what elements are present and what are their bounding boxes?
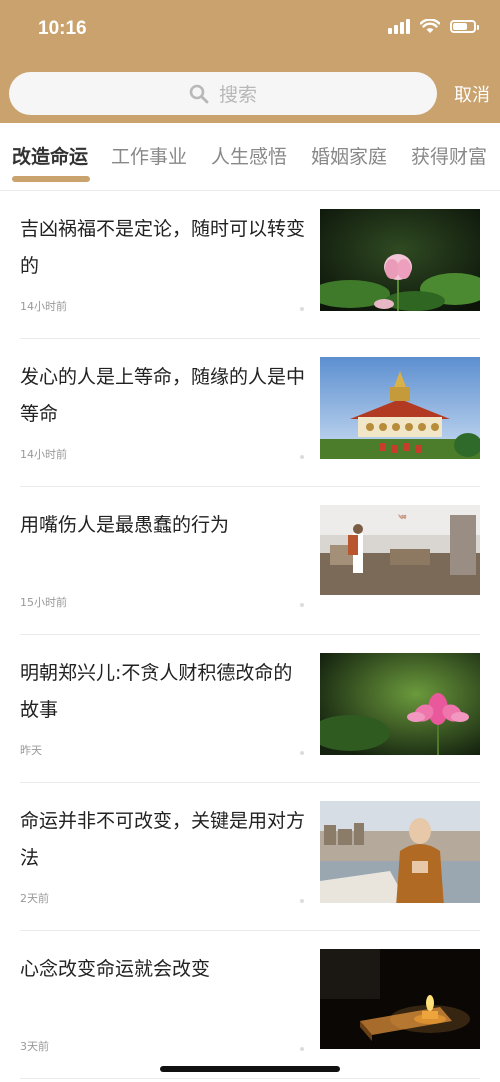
article-title: 吉凶祸福不是定论，随时可以转变的 [20,218,306,277]
close-dot-icon [300,899,304,903]
close-dot-icon [300,1047,304,1051]
search-placeholder: 搜索 [218,84,257,106]
close-dot-icon [300,603,304,607]
header-bar: 10:16 搜索 取消 [0,0,500,123]
list-item[interactable]: 吉凶祸福不是定论，随时可以转变的 14小时前 [20,191,480,339]
list-item[interactable]: 命运并非不可改变，关键是用对方法 2天前 [20,783,480,931]
article-list: 吉凶祸福不是定论，随时可以转变的 14小时前 发心的人是上等命，随缘的人是中等命… [0,191,500,1079]
list-item[interactable]: 用嘴伤人是最愚蠢的行为 15小时前 ༄༅ [20,487,480,635]
close-dot-icon [300,455,304,459]
list-item[interactable]: 发心的人是上等命，随缘的人是中等命 14小时前 [20,339,480,487]
status-time: 10:16 [38,18,87,39]
article-thumbnail: ༄༅ [320,505,480,607]
article-title: 用嘴伤人是最愚蠢的行为 [20,514,230,536]
list-item[interactable]: 心念改变命运就会改变 3天前 [20,931,480,1079]
search-input[interactable]: 搜索 [9,72,437,115]
article-time: 2天前 [20,892,49,905]
article-title: 心念改变命运就会改变 [20,958,211,980]
search-icon [189,84,209,103]
article-thumbnail [320,801,480,903]
article-thumbnail [320,949,480,1051]
cellular-signal-icon [388,18,410,34]
close-dot-icon [300,307,304,311]
tab-marriage-family[interactable]: 婚姻家庭 [311,142,387,169]
list-item[interactable]: 明朝郑兴儿:不贪人财积德改命的故事 昨天 [20,635,480,783]
article-time: 昨天 [20,744,42,757]
article-thumbnail [320,357,480,459]
category-tabs: 改造命运 工作事业 人生感悟 婚姻家庭 获得财富 [0,123,500,191]
article-time: 15小时前 [20,596,67,609]
status-icons [388,18,479,34]
article-time: 14小时前 [20,300,67,313]
active-tab-indicator [12,176,90,182]
article-title: 发心的人是上等命，随缘的人是中等命 [20,366,306,425]
battery-icon [450,19,479,33]
close-dot-icon [300,751,304,755]
tab-work-career[interactable]: 工作事业 [111,142,187,169]
tab-gain-wealth[interactable]: 获得财富 [411,142,487,169]
wifi-icon [420,18,440,33]
article-title: 命运并非不可改变，关键是用对方法 [20,810,306,869]
article-title: 明朝郑兴儿:不贪人财积德改命的故事 [20,662,293,721]
article-time: 3天前 [20,1040,49,1053]
svg-text:༄༅: ༄༅ [398,514,407,521]
home-indicator[interactable] [160,1066,340,1072]
article-thumbnail [320,653,480,755]
tab-change-fate[interactable]: 改造命运 [12,142,88,169]
tab-life-insight[interactable]: 人生感悟 [211,142,287,169]
cancel-button[interactable]: 取消 [454,81,490,107]
article-time: 14小时前 [20,448,67,461]
article-thumbnail [320,209,480,311]
